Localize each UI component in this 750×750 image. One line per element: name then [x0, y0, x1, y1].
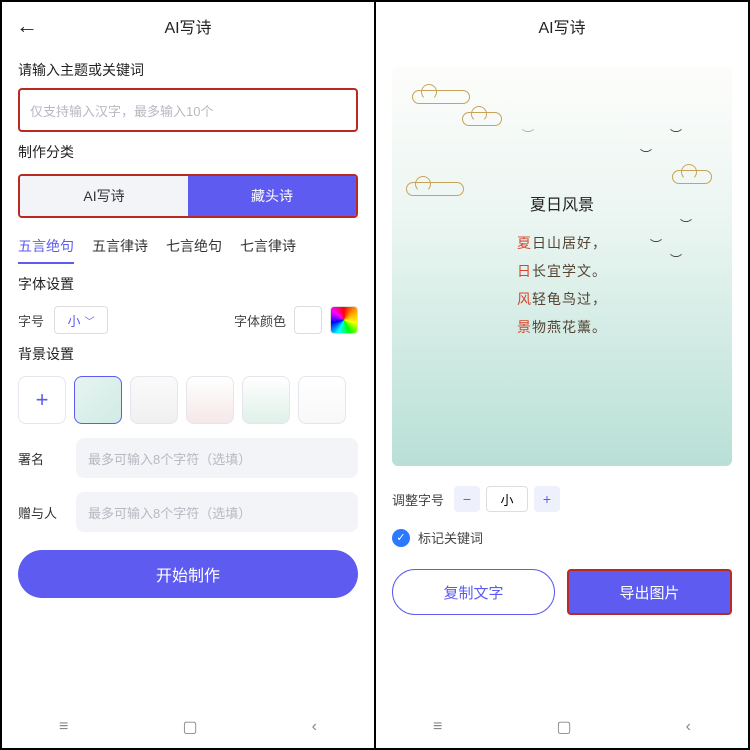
background-options: +	[18, 376, 358, 424]
nav-back-icon[interactable]: ‹	[686, 718, 691, 736]
subtab-5jue[interactable]: 五言绝句	[18, 236, 74, 264]
bird-icon: ︶	[680, 216, 692, 233]
subtab-5lv[interactable]: 五言律诗	[92, 236, 148, 264]
nav-back-icon[interactable]: ‹	[312, 718, 317, 736]
signature-input[interactable]: 最多可输入8个字符（选填）	[76, 438, 358, 478]
export-image-button[interactable]: 导出图片	[567, 569, 732, 615]
bg-option-2[interactable]	[130, 376, 178, 424]
nav-menu-icon[interactable]: ≡	[59, 718, 68, 736]
chevron-down-icon: ﹀	[85, 313, 95, 328]
size-decrease-button[interactable]: −	[454, 486, 480, 512]
bird-icon: ︶	[670, 251, 682, 268]
category-tabs: AI写诗 藏头诗	[18, 174, 358, 218]
adjust-size-label: 调整字号	[392, 490, 444, 509]
page-title-right: AI写诗	[538, 14, 585, 38]
header-right: AI写诗	[376, 2, 748, 50]
nav-home-icon[interactable]: ▢	[556, 717, 571, 737]
poem-line: 夏日山居好，	[517, 233, 607, 253]
font-size-stepper: − 小 +	[454, 486, 560, 512]
bg-option-3[interactable]	[186, 376, 234, 424]
font-section-label: 字体设置	[18, 274, 358, 294]
bg-option-1[interactable]	[74, 376, 122, 424]
poem-line: 风轻龟鸟过，	[517, 289, 607, 309]
bg-option-5[interactable]	[298, 376, 346, 424]
cloud-decoration	[462, 112, 502, 126]
mark-keyword-checkbox[interactable]: ✓	[392, 529, 410, 547]
bird-icon: ︶	[522, 126, 534, 143]
subtab-7jue[interactable]: 七言绝句	[166, 236, 222, 264]
bird-icon: ︶	[650, 236, 662, 253]
header-left: ← AI写诗	[2, 2, 374, 50]
signature-label: 署名	[18, 449, 60, 468]
font-size-label: 字号	[18, 311, 44, 330]
bird-icon: ︶	[670, 126, 682, 143]
tab-ai-poem[interactable]: AI写诗	[20, 176, 188, 216]
keyword-input[interactable]: 仅支持输入汉字，最多输入10个	[18, 88, 358, 132]
bg-section-label: 背景设置	[18, 344, 358, 364]
back-icon[interactable]: ←	[16, 13, 38, 39]
font-size-select[interactable]: 小 ﹀	[54, 306, 108, 334]
size-increase-button[interactable]: +	[534, 486, 560, 512]
recipient-label: 赠与人	[18, 503, 60, 522]
start-button[interactable]: 开始制作	[18, 550, 358, 598]
font-size-value: 小	[68, 311, 81, 330]
system-navbar: ≡ ▢ ‹	[376, 706, 748, 748]
category-label: 制作分类	[18, 142, 358, 162]
keyword-placeholder: 仅支持输入汉字，最多输入10个	[30, 101, 213, 120]
poem-title: 夏日风景	[530, 191, 594, 215]
font-color-label: 字体颜色	[234, 311, 286, 330]
keyword-label: 请输入主题或关键词	[18, 60, 358, 80]
form-subtabs: 五言绝句 五言律诗 七言绝句 七言律诗	[18, 236, 358, 264]
mark-keyword-label: 标记关键词	[418, 528, 483, 547]
recipient-input[interactable]: 最多可输入8个字符（选填）	[76, 492, 358, 532]
font-color-swatch[interactable]	[294, 306, 322, 334]
subtab-7lv[interactable]: 七言律诗	[240, 236, 296, 264]
poem-preview: ︶ ︶ ︶ ︶ ︶ ︶ 夏日风景 夏日山居好， 日长宜学文。 风轻龟鸟过， 景物…	[392, 66, 732, 466]
system-navbar: ≡ ▢ ‹	[2, 706, 374, 748]
bird-icon: ︶	[640, 146, 652, 163]
size-value: 小	[486, 486, 528, 512]
copy-text-button[interactable]: 复制文字	[392, 569, 555, 615]
page-title: AI写诗	[164, 14, 211, 38]
poem-line: 日长宜学文。	[517, 261, 607, 281]
nav-home-icon[interactable]: ▢	[182, 717, 197, 737]
cloud-decoration	[412, 90, 470, 104]
color-picker-icon[interactable]	[330, 306, 358, 334]
cloud-decoration	[672, 170, 712, 184]
bg-add-button[interactable]: +	[18, 376, 66, 424]
tab-acrostic[interactable]: 藏头诗	[188, 176, 356, 216]
poem-line: 景物燕花薰。	[517, 317, 607, 337]
cloud-decoration	[406, 182, 464, 196]
nav-menu-icon[interactable]: ≡	[433, 718, 442, 736]
bg-option-4[interactable]	[242, 376, 290, 424]
